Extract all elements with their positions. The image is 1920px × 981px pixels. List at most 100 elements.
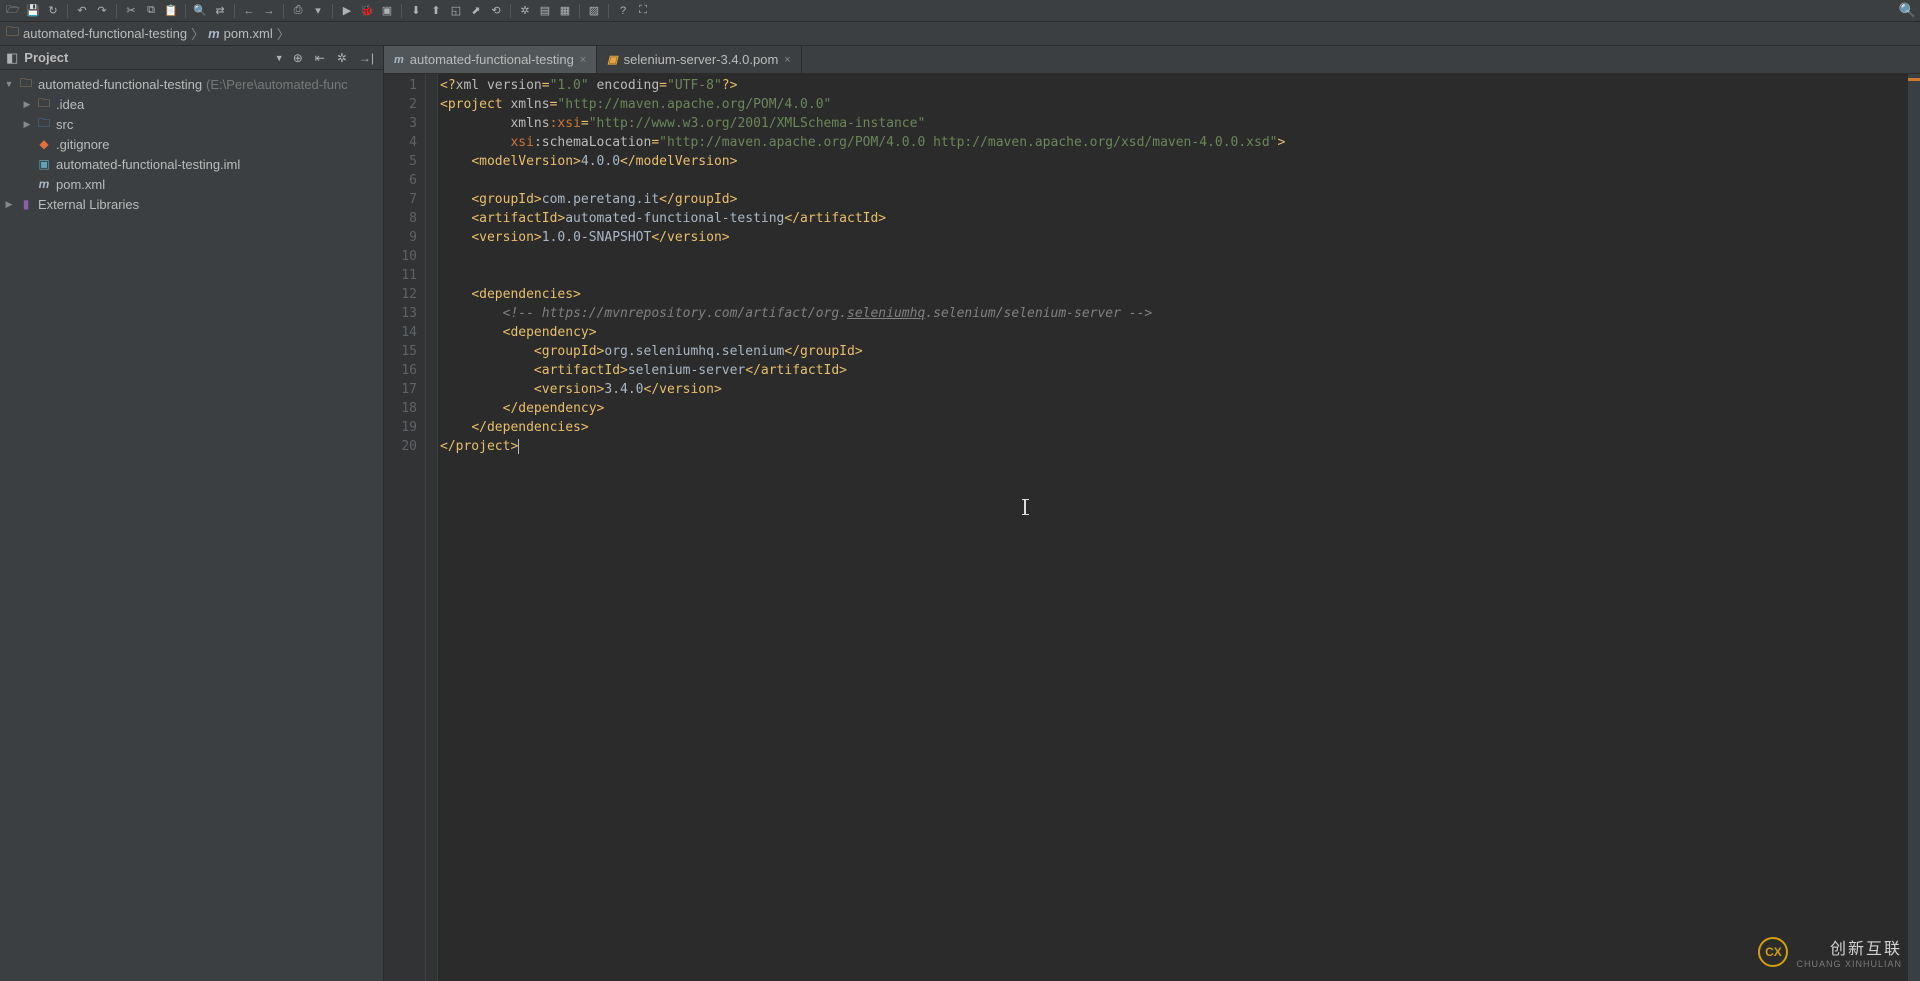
project-tree[interactable]: ▼🗀automated-functional-testing (E:\Pere\… xyxy=(0,70,383,218)
editor-tab[interactable]: mautomated-functional-testing× xyxy=(384,46,597,73)
expand-icon[interactable]: ⛶ xyxy=(634,2,652,20)
code-line[interactable]: xsi:schemaLocation="http://maven.apache.… xyxy=(440,133,1920,152)
collapse-all-icon[interactable]: ⇤ xyxy=(312,51,328,65)
project-view-icon[interactable]: ◧ xyxy=(6,50,18,66)
structure-icon[interactable]: ▤ xyxy=(536,2,554,20)
debug-icon[interactable]: 🐞 xyxy=(358,2,376,20)
editor-body[interactable]: 1234567891011121314151617181920 <?xml ve… xyxy=(384,74,1920,981)
editor-tab[interactable]: ▣ selenium-server-3.4.0.pom × xyxy=(597,46,801,73)
vcs-push-icon[interactable]: ⬈ xyxy=(467,2,485,20)
project-tool-title[interactable]: Project xyxy=(24,50,268,65)
editor-area: mautomated-functional-testing×▣selenium-… xyxy=(384,46,1920,981)
run-config-icon[interactable]: ▾ xyxy=(309,2,327,20)
vcs-history-icon[interactable]: ◱ xyxy=(447,2,465,20)
find-icon[interactable]: 🔍 xyxy=(191,2,209,20)
breadcrumb-file[interactable]: pom.xml xyxy=(224,26,273,41)
code-line[interactable]: <artifactId>selenium-server</artifactId> xyxy=(440,361,1920,380)
watermark-cn: 创新互联 xyxy=(1796,935,1902,959)
sdk-icon[interactable]: ▨ xyxy=(585,2,603,20)
iml-icon: ▣ xyxy=(36,157,52,171)
code-line[interactable] xyxy=(440,266,1920,285)
folder-icon: 🗀 xyxy=(18,74,34,95)
jar-icon: ▣ xyxy=(607,53,617,66)
expand-arrow-icon[interactable]: ▶ xyxy=(22,99,32,110)
error-stripe[interactable] xyxy=(1908,74,1920,981)
code-line[interactable]: </dependency> xyxy=(440,399,1920,418)
vcs-commit-icon[interactable]: ⬆ xyxy=(427,2,445,20)
open-icon[interactable]: 🗁 xyxy=(4,2,22,20)
replace-icon[interactable]: ⇄ xyxy=(211,2,229,20)
settings-icon[interactable]: ✲ xyxy=(334,51,350,65)
back-icon[interactable]: ← xyxy=(240,2,258,20)
code-line[interactable]: <!-- https://mvnrepository.com/artifact/… xyxy=(440,304,1920,323)
code-line[interactable]: <project xmlns="http://maven.apache.org/… xyxy=(440,95,1920,114)
tree-row[interactable]: ◆ .gitignore xyxy=(0,134,383,154)
tree-label: automated-functional-testing.iml xyxy=(56,157,240,172)
code-line[interactable]: <dependency> xyxy=(440,323,1920,342)
code-line[interactable]: <dependencies> xyxy=(440,285,1920,304)
tree-row[interactable]: ▣ automated-functional-testing.iml xyxy=(0,154,383,174)
watermark-logo: CX xyxy=(1758,937,1788,967)
undo-icon[interactable]: ↶ xyxy=(73,2,91,20)
tree-row[interactable]: ▶🗀src xyxy=(0,114,383,134)
code-area[interactable]: <?xml version="1.0" encoding="UTF-8"?><p… xyxy=(438,74,1920,981)
paste-icon[interactable]: 📋 xyxy=(162,2,180,20)
m-icon: m xyxy=(36,177,52,191)
cut-icon[interactable]: ✂ xyxy=(122,2,140,20)
code-line[interactable]: <version>1.0.0-SNAPSHOT</version> xyxy=(440,228,1920,247)
code-line[interactable] xyxy=(440,171,1920,190)
dropdown-icon[interactable]: ▼ xyxy=(275,53,284,63)
code-line[interactable]: <artifactId>automated-functional-testing… xyxy=(440,209,1920,228)
code-line[interactable]: <?xml version="1.0" encoding="UTF-8"?> xyxy=(440,76,1920,95)
close-icon[interactable]: × xyxy=(784,54,790,66)
target-icon[interactable]: ⊕ xyxy=(290,51,306,65)
breadcrumb-project[interactable]: automated-functional-testing xyxy=(23,26,187,41)
maven-icon: m xyxy=(208,26,220,41)
warning-mark[interactable] xyxy=(1908,78,1920,81)
code-line[interactable]: xmlns:xsi="http://www.w3.org/2001/XMLSch… xyxy=(440,114,1920,133)
redo-icon[interactable]: ↷ xyxy=(93,2,111,20)
help-icon[interactable]: ? xyxy=(614,2,632,20)
breadcrumb: 🗀 automated-functional-testing 〉 m pom.x… xyxy=(0,22,1920,46)
tree-row[interactable]: mpom.xml xyxy=(0,174,383,194)
code-line[interactable]: <modelVersion>4.0.0</modelVersion> xyxy=(440,152,1920,171)
code-line[interactable]: </dependencies> xyxy=(440,418,1920,437)
code-line[interactable]: </project> xyxy=(440,437,1920,456)
lib-icon: ▮ xyxy=(18,197,34,211)
expand-arrow-icon[interactable]: ▼ xyxy=(4,79,14,89)
tree-row[interactable]: ▼🗀automated-functional-testing (E:\Pere\… xyxy=(0,74,383,94)
settings-icon[interactable]: ✲ xyxy=(516,2,534,20)
tree-label: External Libraries xyxy=(38,197,139,212)
chevron-right-icon: 〉 xyxy=(191,24,204,43)
code-line[interactable] xyxy=(440,247,1920,266)
expand-arrow-icon[interactable]: ▶ xyxy=(4,199,14,210)
expand-arrow-icon[interactable]: ▶ xyxy=(22,119,32,130)
tree-label: .gitignore xyxy=(56,137,109,152)
code-line[interactable]: <version>3.4.0</version> xyxy=(440,380,1920,399)
build-icon[interactable]: ⎙ xyxy=(289,2,307,20)
refresh-icon[interactable]: ↻ xyxy=(44,2,62,20)
git-icon: ◆ xyxy=(36,137,52,151)
main-toolbar: 🗁💾↻↶↷✂⧉📋🔍⇄←→⎙▾▶🐞▣⬇⬆◱⬈⟲✲▤▦▨?⛶ xyxy=(0,0,1920,22)
coverage-icon[interactable]: ▣ xyxy=(378,2,396,20)
hide-icon[interactable]: →| xyxy=(356,51,377,65)
vcs-update-icon[interactable]: ⬇ xyxy=(407,2,425,20)
project-tool-header: ◧ Project ▼ ⊕ ⇤ ✲ →| xyxy=(0,46,383,70)
close-icon[interactable]: × xyxy=(580,54,586,66)
tab-label: automated-functional-testing xyxy=(410,52,574,67)
code-line[interactable]: <groupId>com.peretang.it</groupId> xyxy=(440,190,1920,209)
save-all-icon[interactable]: 💾 xyxy=(24,2,42,20)
avd-icon[interactable]: ▦ xyxy=(556,2,574,20)
tree-label: automated-functional-testing xyxy=(38,77,202,92)
forward-icon[interactable]: → xyxy=(260,2,278,20)
code-line[interactable]: <groupId>org.seleniumhq.selenium</groupI… xyxy=(440,342,1920,361)
copy-icon[interactable]: ⧉ xyxy=(142,2,160,20)
tree-row[interactable]: ▶ ▮ External Libraries xyxy=(0,194,383,214)
tab-label: selenium-server-3.4.0.pom xyxy=(624,52,779,67)
run-icon[interactable]: ▶ xyxy=(338,2,356,20)
fold-strip[interactable] xyxy=(426,74,438,981)
watermark: CX 创新互联 CHUANG XINHULIAN xyxy=(1758,935,1902,969)
tree-row[interactable]: ▶🗀.idea xyxy=(0,94,383,114)
search-everywhere-icon[interactable]: 🔍 xyxy=(1899,2,1916,19)
revert-icon[interactable]: ⟲ xyxy=(487,2,505,20)
